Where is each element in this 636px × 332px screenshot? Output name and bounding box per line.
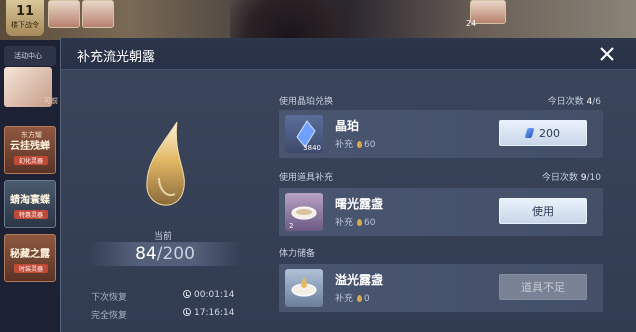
event-kicker: 东方耀 [21,131,42,139]
next-recover-time-value: 00:01:14 [194,290,235,300]
event-title: 秘藏之露 [10,249,50,260]
dawn-lamp-quantity: 2 [289,222,294,230]
dew-drop-icon [133,118,193,218]
insufficient-items-label: 道具不足 [521,281,565,294]
item-card-dawn: 2 曙光露盏 补充 60 使用 [279,188,603,236]
character-portrait[interactable] [48,0,80,28]
daily-count-label: 今日次数 [547,97,584,107]
battle-pass-badge[interactable]: 11 楼下战令 [6,0,44,36]
drop-icon [357,141,363,148]
activity-center-button[interactable]: 活动中心 [4,46,56,66]
section-title-exchange: 使用晶珀兑换 [279,97,334,107]
amber-quantity: 3840 [303,144,321,152]
activity-center-label: 活动中心 [14,52,42,60]
exchange-button[interactable]: 200 [499,120,587,146]
drop-icon [357,219,363,226]
exchange-card: 3840 晶珀 补充 60 200 [279,110,603,158]
replenish-value: 60 [364,218,376,228]
next-recover-label: 下次恢复 [91,293,128,303]
portrait-count: 24 [466,19,477,28]
daily-count-total: /6 [592,97,601,107]
daily-count-exchange: 今日次数 4/6 [499,94,601,107]
daily-count-total: /10 [586,173,601,183]
drop-icon [357,295,363,302]
dialog-title: 补充流光朝露 [77,50,156,65]
dialog-header: 补充流光朝露 [61,38,636,70]
item-card-overflow: 溢光露盏 补充 0 道具不足 [279,264,603,312]
side-menu: 活动中心 可前 东方耀 云挂残蝉 幻化灵器 蜻淘寰蝶 特惠灵器 秘藏之露 时装灵… [0,40,60,332]
clock-icon [183,290,191,298]
event-title: 蜻淘寰蝶 [10,195,50,206]
item-replenish: 补充 60 [335,137,375,150]
use-button-label: 使用 [532,205,554,218]
item-replenish: 补充 0 [335,291,370,304]
exchange-button-label: 200 [539,127,560,140]
daily-count-label: 今日次数 [541,173,578,183]
character-portrait[interactable] [82,0,114,28]
item-name: 溢光露盏 [335,273,384,287]
side-small-tag: 可前 [44,97,58,105]
close-icon [600,47,614,61]
item-name: 晶珀 [335,119,360,133]
event-subtitle: 时装灵器 [14,264,48,273]
battle-pass-label: 楼下战令 [11,21,39,29]
dawn-lamp-icon: 2 [285,193,323,231]
clock-icon [183,308,191,316]
item-name: 曙光露盏 [335,197,384,211]
event-card-1[interactable]: 东方耀 云挂残蝉 幻化灵器 [4,126,56,174]
max-stamina-value: /200 [156,244,195,264]
event-card-2[interactable]: 蜻淘寰蝶 特惠灵器 [4,180,56,228]
next-recover-time: 00:01:14 [183,290,234,300]
crystal-icon [524,128,535,138]
overflow-lamp-icon [285,269,323,307]
replenish-label: 补充 [335,218,354,228]
battle-pass-level: 11 [15,4,35,19]
event-card-3[interactable]: 秘藏之露 时装灵器 [4,234,56,282]
event-subtitle: 特惠灵器 [14,210,48,219]
replenish-label: 补充 [335,294,354,304]
use-button[interactable]: 使用 [499,198,587,224]
insufficient-items-button[interactable]: 道具不足 [499,274,587,300]
amber-item-icon: 3840 [285,115,323,153]
current-stamina-value: 84 [135,244,157,264]
section-title-reserve: 体力储备 [279,249,316,259]
replenish-value: 0 [364,294,370,304]
daily-count-item: 今日次数 9/10 [499,170,601,183]
current-stamina: 84/200 [89,244,241,264]
replenish-label: 补充 [335,140,354,150]
event-subtitle: 幻化灵器 [14,156,48,165]
item-replenish: 补充 60 [335,215,375,228]
replenish-dialog: 补充流光朝露 当前 84/200 下次恢复 00:01:14 完全恢复 17:1… [60,38,636,332]
full-recover-label: 完全恢复 [91,311,128,321]
replenish-value: 60 [364,140,376,150]
background-art [230,0,350,40]
section-title-item: 使用道具补充 [279,173,334,183]
full-recover-time-value: 17:16:14 [194,308,235,318]
current-label: 当前 [153,232,172,242]
close-button[interactable] [596,43,618,65]
full-recover-time: 17:16:14 [183,308,234,318]
